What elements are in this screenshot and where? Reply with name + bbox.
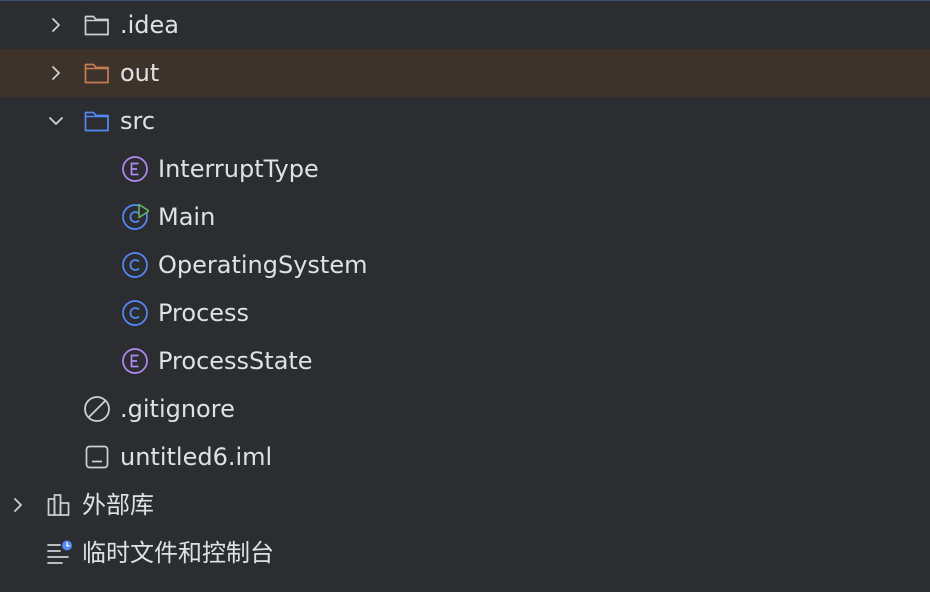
tree-node-gitignore[interactable]: .gitignore [0, 385, 930, 433]
tree-node-label: InterruptType [158, 155, 319, 183]
module-file-icon [83, 443, 111, 471]
tree-node-main[interactable]: Main [0, 193, 930, 241]
tree-node-process[interactable]: Process [0, 289, 930, 337]
chevron-right-icon[interactable] [44, 61, 68, 85]
tree-node-untitled6-iml[interactable]: untitled6.iml [0, 433, 930, 481]
chevron-right-icon[interactable] [44, 13, 68, 37]
chevron-down-icon[interactable] [44, 109, 68, 133]
tree-node-scratches-consoles[interactable]: 临时文件和控制台 [0, 529, 930, 577]
class-icon [121, 251, 149, 279]
tree-node-label: .idea [120, 11, 180, 39]
tree-node-label: Process [158, 299, 250, 327]
tree-node-operatingsystem[interactable]: OperatingSystem [0, 241, 930, 289]
class-icon [121, 299, 149, 327]
tree-node-label: 外部库 [82, 491, 154, 519]
tree-node-label: Main [158, 203, 216, 231]
tree-node-external-libraries[interactable]: 外部库 [0, 481, 930, 529]
tree-node-idea[interactable]: .idea [0, 1, 930, 49]
tree-node-label: OperatingSystem [158, 251, 368, 279]
folder-icon [83, 11, 111, 39]
tree-node-label: out [120, 59, 160, 87]
tree-node-src[interactable]: src [0, 97, 930, 145]
runnable-class-icon [121, 203, 149, 231]
tree-node-out[interactable]: out [0, 49, 930, 97]
tree-node-processstate[interactable]: ProcessState [0, 337, 930, 385]
enum-icon [121, 155, 149, 183]
library-icon [45, 491, 73, 519]
excluded-folder-icon [83, 59, 111, 87]
tree-node-label: 临时文件和控制台 [82, 539, 274, 567]
chevron-right-icon[interactable] [6, 493, 30, 517]
tree-node-label: untitled6.iml [120, 443, 273, 471]
project-tree: .idea out src InterruptType Main Operati… [0, 0, 930, 592]
tree-node-interrupttype[interactable]: InterruptType [0, 145, 930, 193]
enum-icon [121, 347, 149, 375]
tree-node-label: src [120, 107, 156, 135]
scratches-icon [45, 539, 73, 567]
source-folder-icon [83, 107, 111, 135]
ignore-file-icon [83, 395, 111, 423]
tree-node-label: .gitignore [120, 395, 235, 423]
tree-node-label: ProcessState [158, 347, 313, 375]
